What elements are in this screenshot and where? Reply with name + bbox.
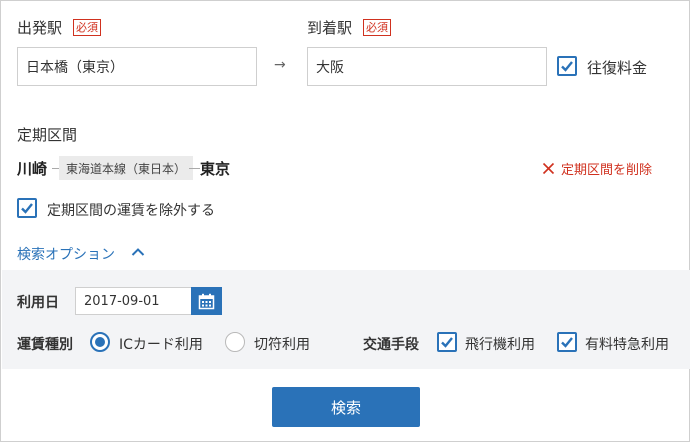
date-label: 利用日 <box>17 295 59 311</box>
departure-label: 出発駅 <box>17 19 63 37</box>
calendar-icon <box>198 293 215 309</box>
fare-type-ic-label: ICカード利用 <box>119 337 203 353</box>
commuter-to-station: 東京 <box>200 160 231 178</box>
fare-type-ticket-radio[interactable] <box>225 332 245 352</box>
checkmark-icon <box>561 337 573 348</box>
search-options-panel: 利用日 2017-09-01 運賃種別 ICカード利用 切符利用 交通手段 飛行… <box>2 270 690 369</box>
route-connector <box>189 168 200 169</box>
close-icon <box>542 162 555 175</box>
round-trip-checkbox[interactable] <box>557 56 577 76</box>
exclude-commuter-label: 定期区間の運賃を除外する <box>47 203 215 219</box>
arrival-required-badge: 必須 <box>363 19 391 36</box>
direction-arrow-icon: → <box>274 57 286 73</box>
fare-type-ticket-label: 切符利用 <box>254 337 310 353</box>
transit-search-form: 出発駅 必須 日本橋（東京） → 到着駅 必須 大阪 往復料金 定期区間 川崎 … <box>0 0 690 442</box>
arrival-station-input[interactable]: 大阪 <box>307 47 547 86</box>
fare-type-ic-radio[interactable] <box>90 332 110 352</box>
commuter-line-chip: 東海道本線（東日本） <box>59 156 194 180</box>
search-button[interactable]: 検索 <box>272 387 420 427</box>
date-input[interactable]: 2017-09-01 <box>75 287 192 315</box>
transport-label: 交通手段 <box>363 337 419 353</box>
round-trip-label: 往復料金 <box>587 59 648 77</box>
fare-type-label: 運賃種別 <box>17 337 73 353</box>
calendar-button[interactable] <box>191 287 222 315</box>
commuter-from-station: 川崎 <box>17 160 48 178</box>
checkmark-icon <box>441 337 453 348</box>
checkmark-icon <box>561 61 573 72</box>
chevron-up-icon[interactable] <box>131 247 145 257</box>
route-connector <box>52 168 59 169</box>
limited-express-label: 有料特急利用 <box>585 337 669 353</box>
checkmark-icon <box>21 203 33 214</box>
departure-required-badge: 必須 <box>73 19 101 36</box>
arrival-label: 到着駅 <box>307 19 353 37</box>
delete-commuter-button[interactable]: 定期区間を削除 <box>542 159 652 178</box>
airplane-label: 飛行機利用 <box>465 337 535 353</box>
delete-commuter-label: 定期区間を削除 <box>561 163 653 178</box>
search-options-toggle[interactable]: 検索オプション <box>17 244 115 264</box>
commuter-section-label: 定期区間 <box>17 126 78 144</box>
departure-station-input[interactable]: 日本橋（東京） <box>17 47 257 86</box>
exclude-commuter-checkbox[interactable] <box>17 198 37 218</box>
limited-express-checkbox[interactable] <box>557 332 577 352</box>
airplane-checkbox[interactable] <box>437 332 457 352</box>
